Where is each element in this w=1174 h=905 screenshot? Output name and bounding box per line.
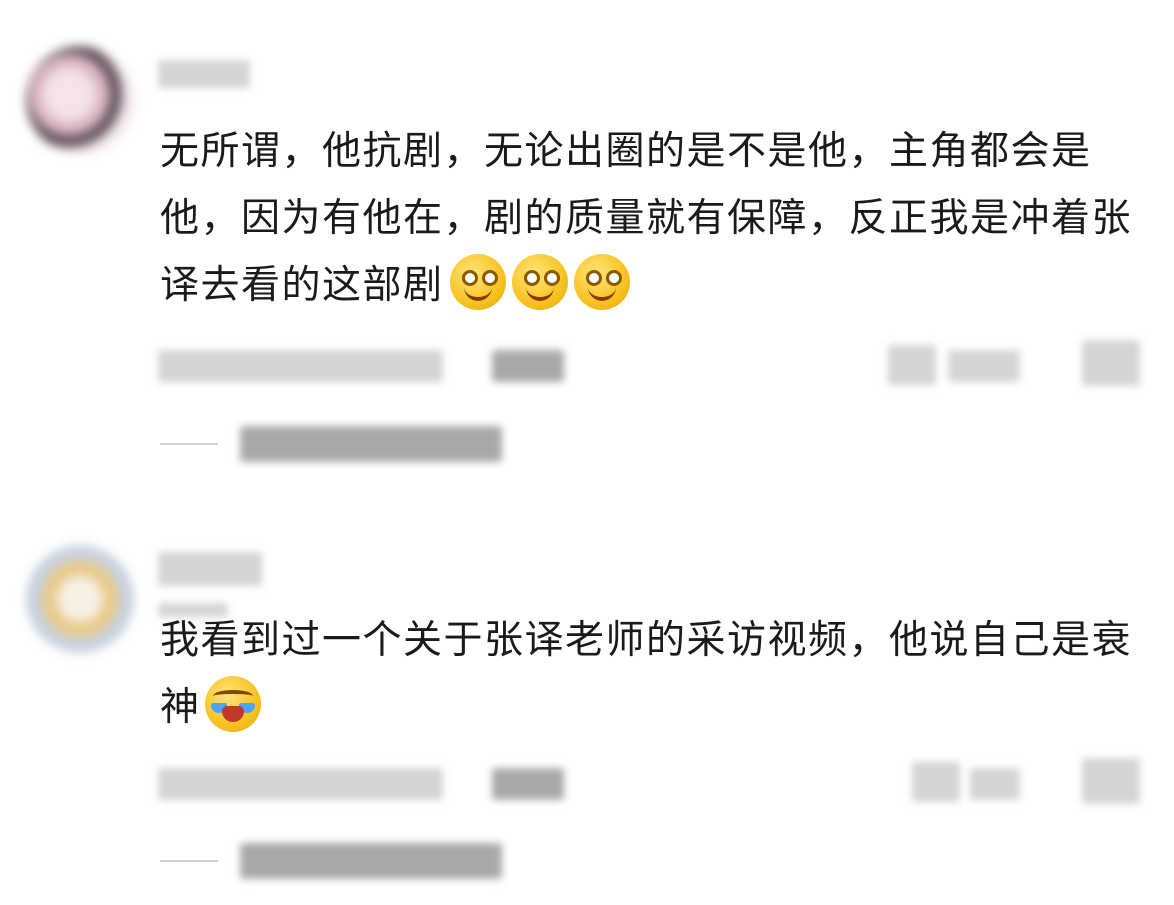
comment-action-icon[interactable] (912, 762, 960, 802)
reply-button-blurred[interactable] (492, 768, 564, 800)
grin-emoji-icon (449, 254, 506, 310)
like-icon[interactable] (1082, 758, 1140, 804)
comment-count-blurred (970, 768, 1020, 800)
laugh-cry-emoji-icon (204, 676, 261, 732)
reply-button-blurred[interactable] (492, 350, 564, 382)
meta-blurred (158, 768, 443, 800)
like-icon[interactable] (1082, 340, 1140, 386)
expand-replies-blurred[interactable] (240, 843, 502, 879)
username-blurred[interactable] (158, 60, 250, 88)
reply-divider (160, 443, 218, 445)
expand-replies-blurred[interactable] (240, 426, 502, 462)
grin-emoji-icon (573, 254, 630, 310)
comment-text: 无所谓，他抗剧，无论出圈的是不是他，主角都会是他，因为有他在，剧的质量就有保障，… (160, 118, 1140, 319)
username-blurred[interactable] (158, 552, 262, 586)
avatar[interactable] (26, 545, 134, 653)
avatar[interactable] (26, 46, 134, 154)
reply-divider (160, 860, 218, 862)
comment-text: 我看到过一个关于张译老师的采访视频，他说自己是衰神 (160, 607, 1140, 741)
comment-body: 无所谓，他抗剧，无论出圈的是不是他，主角都会是他，因为有他在，剧的质量就有保障，… (160, 129, 1133, 308)
comment-action-icon[interactable] (888, 345, 936, 385)
comment-body: 我看到过一个关于张译老师的采访视频，他说自己是衰神 (160, 618, 1133, 730)
comment-count-blurred (948, 350, 1020, 382)
grin-emoji-icon (511, 254, 568, 310)
meta-blurred (158, 350, 443, 382)
